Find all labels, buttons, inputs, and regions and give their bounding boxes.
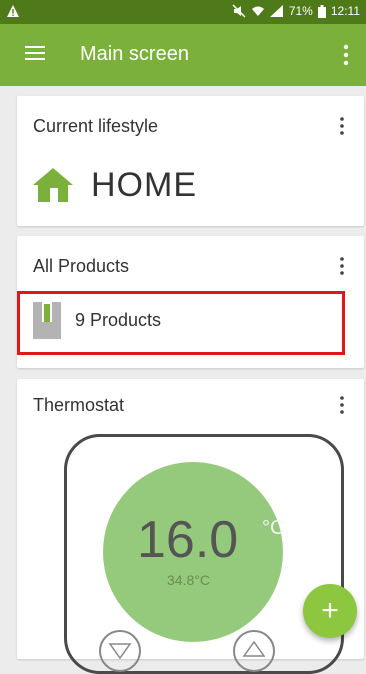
app-bar: Main screen	[0, 24, 366, 86]
add-fab-button[interactable]: +	[303, 584, 357, 638]
products-card: All Products 9 Products	[17, 236, 364, 368]
triangle-up-icon	[242, 640, 266, 657]
increase-temperature-button[interactable]	[233, 630, 275, 672]
card-menu-icon[interactable]	[338, 256, 346, 276]
house-icon	[33, 168, 73, 202]
status-bar: 71% 12:11	[0, 0, 366, 24]
hamburger-menu-icon[interactable]	[25, 45, 45, 61]
signal-icon	[269, 5, 283, 17]
temperature-unit: °C	[262, 517, 285, 539]
mute-icon	[232, 4, 246, 18]
overflow-menu-icon[interactable]	[340, 42, 352, 68]
battery-level: 71%	[288, 4, 313, 18]
product-box-icon	[33, 302, 61, 339]
current-temperature: 34.8°C	[167, 572, 210, 588]
clock: 12:11	[330, 4, 360, 18]
wifi-icon	[251, 6, 264, 16]
decrease-temperature-button[interactable]	[99, 630, 141, 672]
lifestyle-card: Current lifestyle HOME	[17, 96, 364, 226]
warning-icon	[7, 5, 19, 17]
products-title: All Products	[33, 256, 130, 276]
page-title: Main screen	[80, 43, 189, 65]
card-menu-icon[interactable]	[338, 395, 346, 415]
thermostat-title: Thermostat	[33, 395, 125, 415]
lifestyle-title: Current lifestyle	[33, 116, 159, 136]
battery-icon	[317, 4, 326, 18]
products-count: 9 Products	[75, 310, 162, 330]
plus-icon: +	[321, 594, 339, 627]
lifestyle-value: HOME	[91, 166, 197, 204]
triangle-down-icon	[108, 643, 132, 660]
set-temperature: 16.0	[137, 511, 239, 569]
products-list-item[interactable]: 9 Products	[17, 291, 345, 355]
card-menu-icon[interactable]	[338, 116, 346, 136]
